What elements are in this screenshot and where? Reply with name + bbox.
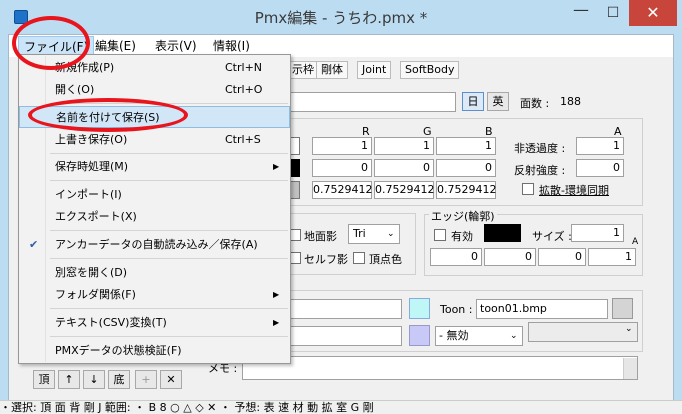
menu-item-verify-pmx[interactable]: PMXデータの状態検証(F) bbox=[19, 340, 290, 362]
toon-swatch[interactable] bbox=[612, 298, 633, 319]
edge-b[interactable]: 0 bbox=[538, 248, 586, 266]
check-icon: ✔ bbox=[29, 238, 39, 251]
maximize-button[interactable]: ☐ bbox=[597, 0, 629, 26]
texture-path-field[interactable] bbox=[290, 299, 402, 319]
face-count-value: 188 bbox=[560, 95, 581, 108]
menu-separator bbox=[50, 230, 288, 231]
opacity-label: 非透過度 : bbox=[514, 142, 566, 155]
move-bottom-button[interactable]: 底 bbox=[108, 370, 130, 389]
move-top-button[interactable]: 頂 bbox=[33, 370, 55, 389]
material-name-field[interactable] bbox=[290, 92, 456, 112]
toon-mode-select[interactable]: ⌄ bbox=[528, 322, 638, 342]
move-up-button[interactable]: ↑ bbox=[58, 370, 80, 389]
en-button[interactable]: 英 bbox=[487, 92, 509, 111]
add-button[interactable]: + bbox=[135, 370, 157, 389]
chevron-down-icon: ⌄ bbox=[387, 229, 395, 239]
menu-edit[interactable]: 編集(E) bbox=[90, 36, 141, 56]
chevron-down-icon: ⌄ bbox=[510, 331, 518, 341]
highlight-circle-file-menu bbox=[12, 16, 90, 70]
edge-enabled-checkbox[interactable] bbox=[434, 229, 446, 241]
jp-button[interactable]: 日 bbox=[462, 92, 484, 111]
sphere-swatch[interactable] bbox=[409, 325, 430, 346]
menu-item-import[interactable]: インポート(I) bbox=[19, 184, 290, 206]
sphere-mode-value: - 無効 bbox=[439, 329, 469, 342]
tab-softbody[interactable]: SoftBody bbox=[400, 61, 460, 79]
draw-mode-value: Tri bbox=[353, 227, 366, 240]
menu-item-text-csv[interactable]: テキスト(CSV)変換(T) ▶ bbox=[19, 312, 290, 334]
specular-g[interactable]: 0 bbox=[374, 159, 434, 177]
close-button[interactable]: ✕ bbox=[629, 0, 677, 26]
diffuse-g[interactable]: 1 bbox=[374, 137, 434, 155]
menu-item-export[interactable]: エクスポート(X) bbox=[19, 206, 290, 228]
delete-button[interactable]: ✕ bbox=[160, 370, 182, 389]
menu-item-save-processing[interactable]: 保存時処理(M) ▶ bbox=[19, 156, 290, 178]
menu-separator bbox=[50, 258, 288, 259]
toon-field[interactable]: toon01.bmp bbox=[476, 299, 608, 319]
reflect-label: 反射強度 : bbox=[514, 164, 566, 177]
highlight-circle-save-as bbox=[28, 98, 188, 132]
menu-item-folder[interactable]: フォルダ関係(F) ▶ bbox=[19, 284, 290, 306]
submenu-arrow-icon: ▶ bbox=[273, 162, 280, 171]
menu-item-save[interactable]: 上書き保存(O) Ctrl+S bbox=[19, 129, 290, 151]
vertex-color-checkbox[interactable] bbox=[353, 252, 365, 264]
ground-shadow-label: 地面影 bbox=[304, 230, 337, 243]
menu-separator bbox=[50, 308, 288, 309]
menu-view[interactable]: 表示(V) bbox=[150, 36, 202, 56]
ambient-r[interactable]: 0.7529412 bbox=[312, 181, 373, 199]
menu-separator bbox=[50, 336, 288, 337]
edge-g[interactable]: 0 bbox=[484, 248, 536, 266]
edge-group-label: エッジ(輪郭) bbox=[429, 208, 497, 224]
self-shadow-label: セルフ影 bbox=[304, 253, 348, 266]
chevron-down-icon: ⌄ bbox=[625, 324, 633, 334]
reflect-value[interactable]: 0 bbox=[576, 159, 624, 177]
move-down-button[interactable]: ↓ bbox=[83, 370, 105, 389]
specular-b[interactable]: 0 bbox=[436, 159, 496, 177]
memo-scrollbar[interactable] bbox=[623, 358, 637, 379]
submenu-arrow-icon: ▶ bbox=[273, 318, 280, 327]
submenu-arrow-icon: ▶ bbox=[273, 290, 280, 299]
menu-separator bbox=[50, 180, 288, 181]
menu-item-anchor-autoload[interactable]: ✔ アンカーデータの自動読み込み／保存(A) bbox=[19, 234, 290, 256]
tab-joint[interactable]: Joint bbox=[357, 61, 392, 79]
edge-size-label: サイズ : bbox=[532, 230, 572, 243]
edge-r[interactable]: 0 bbox=[430, 248, 482, 266]
tab-display-frame[interactable]: 示枠 bbox=[287, 61, 319, 79]
minimize-button[interactable]: — bbox=[565, 0, 597, 26]
diffuse-sync-label: 拡散-環境同期 bbox=[539, 184, 609, 197]
tab-rigid-body[interactable]: 剛体 bbox=[316, 61, 348, 79]
texture-swatch[interactable] bbox=[409, 298, 430, 319]
menu-item-open[interactable]: 開く(O) Ctrl+O bbox=[19, 79, 290, 101]
edge-enabled-label: 有効 bbox=[451, 230, 473, 243]
ambient-g[interactable]: 0.7529412 bbox=[374, 181, 435, 199]
toon-label: Toon : bbox=[440, 303, 473, 316]
edge-alpha-header: A bbox=[632, 237, 639, 247]
diffuse-sync-checkbox[interactable] bbox=[522, 183, 534, 195]
menu-info[interactable]: 情報(I) bbox=[208, 36, 255, 56]
memo-field[interactable] bbox=[242, 356, 638, 380]
specular-r[interactable]: 0 bbox=[312, 159, 372, 177]
edge-color-swatch[interactable] bbox=[484, 224, 521, 242]
face-count-label: 面数 : bbox=[520, 97, 550, 110]
menu-item-open-window[interactable]: 別窓を開く(D) bbox=[19, 262, 290, 284]
ambient-b[interactable]: 0.7529412 bbox=[436, 181, 497, 199]
diffuse-b[interactable]: 1 bbox=[436, 137, 496, 155]
opacity-value[interactable]: 1 bbox=[576, 137, 624, 155]
sphere-mode-select[interactable]: - 無効 ⌄ bbox=[435, 326, 523, 346]
vertex-color-label: 頂点色 bbox=[369, 253, 402, 266]
status-bar: ・選択: 頂 面 背 剛 J 範囲: ・ B 8 ○ △ ◇ ✕ ・ 予想: 表… bbox=[0, 400, 682, 414]
edge-a[interactable]: 1 bbox=[588, 248, 636, 266]
edge-size-value[interactable]: 1 bbox=[571, 224, 624, 242]
sphere-path-field[interactable] bbox=[290, 326, 402, 346]
diffuse-r[interactable]: 1 bbox=[312, 137, 372, 155]
menu-separator bbox=[50, 153, 288, 154]
draw-mode-select[interactable]: Tri ⌄ bbox=[348, 224, 400, 244]
